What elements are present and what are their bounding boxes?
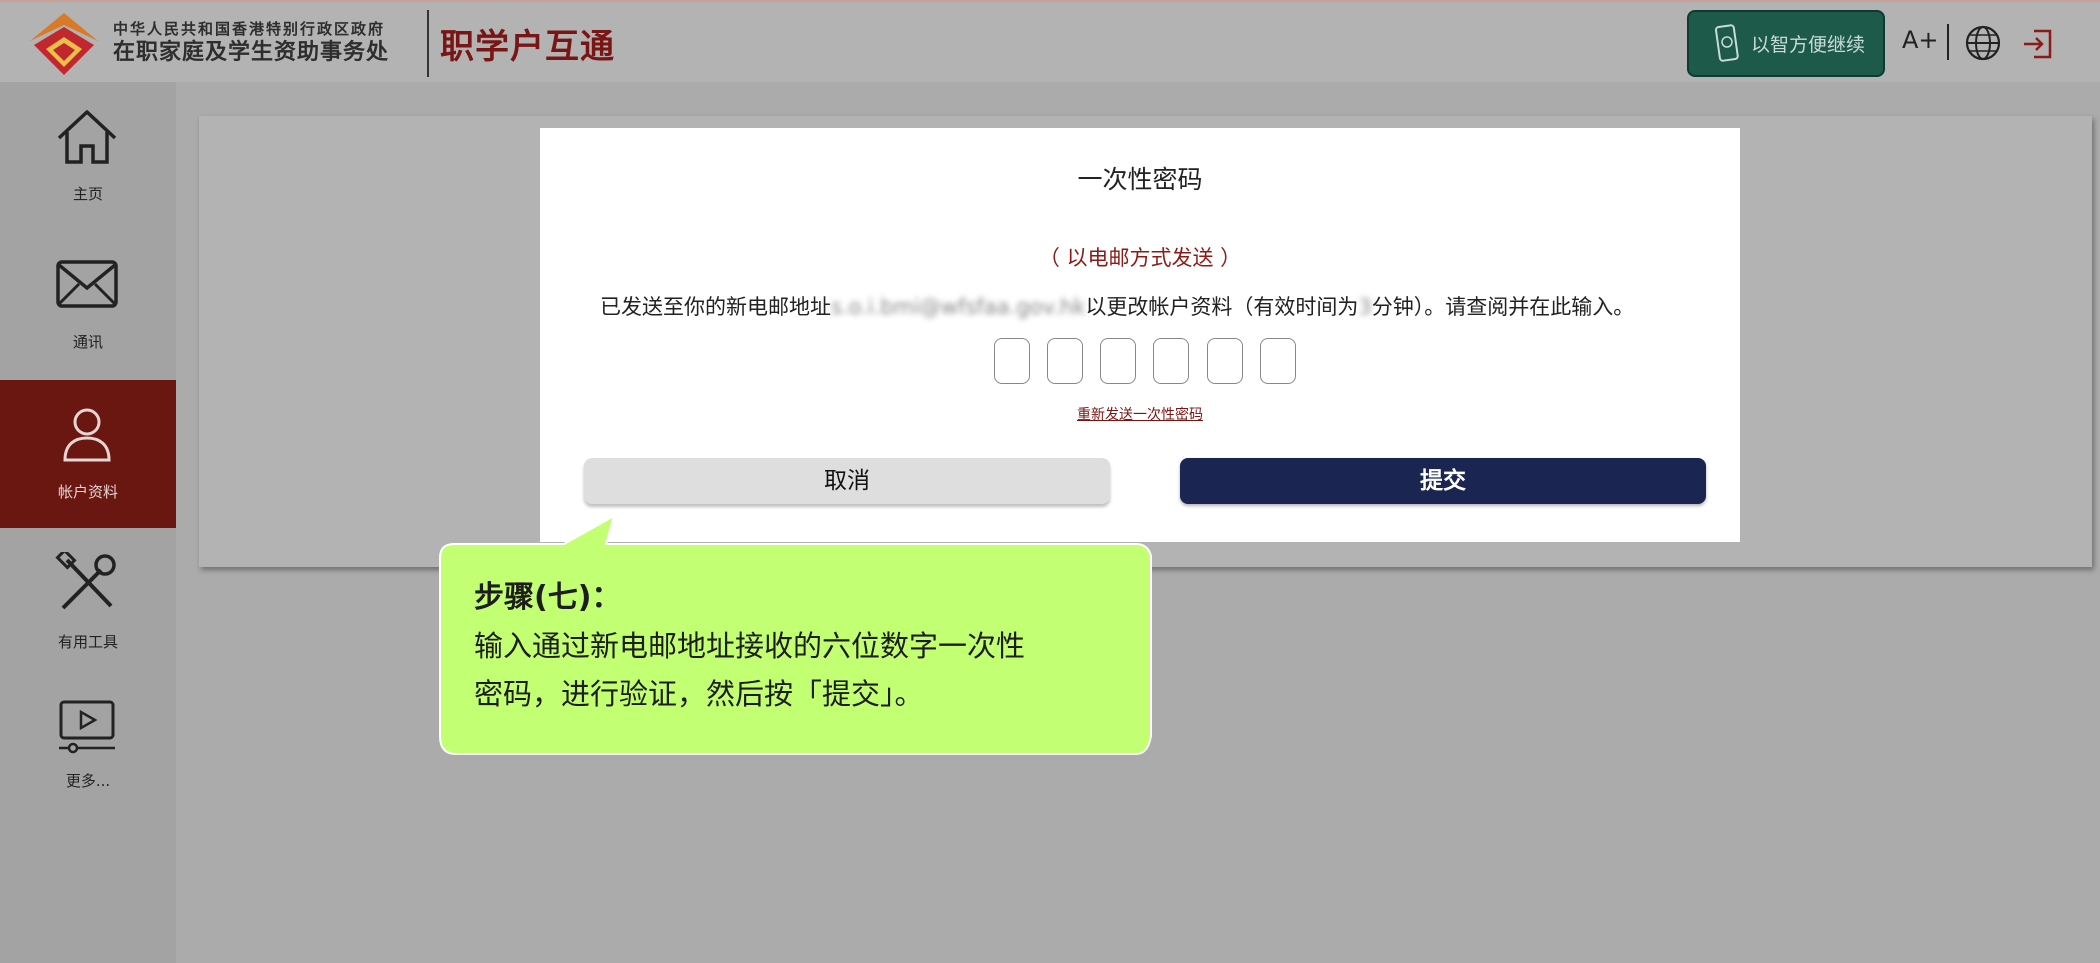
- otp-digit-input[interactable]: [1260, 338, 1296, 384]
- user-icon: [63, 408, 111, 462]
- ismart-label: 以智方便继续: [1751, 34, 1866, 56]
- otp-dialog: 一次性密码 （ 以电邮方式发送 ） 已发送至你的新电邮地址s.o.i.bmi@w…: [540, 128, 1740, 542]
- logout-icon[interactable]: [2020, 27, 2054, 61]
- dialog-message: 已发送至你的新电邮地址s.o.i.bmi@wfsfaa.gov.hk以更改帐户资…: [600, 291, 1700, 321]
- sidebar-item-more[interactable]: 更多...: [0, 680, 176, 828]
- message-middle: 以更改帐户资料（有效时间为: [1085, 295, 1359, 319]
- sidebar-item-tools[interactable]: 有用工具: [0, 530, 176, 678]
- callout-title: 步骤(七)：: [474, 580, 622, 615]
- message-suffix: 分钟）。请查阅并在此输入。: [1371, 295, 1635, 319]
- sidebar-item-label: 主页: [72, 185, 103, 203]
- video-icon: [59, 700, 115, 754]
- otp-digit-input[interactable]: [994, 338, 1030, 384]
- otp-digit-input[interactable]: [1153, 338, 1189, 384]
- mail-icon: [56, 260, 118, 308]
- sidebar-item-account[interactable]: 帐户资料: [0, 380, 176, 528]
- instruction-callout: 步骤(七)： 输入通过新电邮地址接收的六位数字一次性 密码，进行验证，然后按「提…: [436, 516, 1161, 756]
- org-line2: 在职家庭及学生资助事务处: [113, 40, 390, 65]
- callout-line2: 密码，进行验证，然后按「提交」。: [474, 677, 924, 711]
- sidebar-item-home[interactable]: 主页: [0, 82, 176, 230]
- callout-text: 步骤(七)： 输入通过新电邮地址接收的六位数字一次性 密码，进行验证，然后按「提…: [474, 578, 1154, 718]
- org-line1: 中华人民共和国香港特别行政区政府: [113, 20, 386, 38]
- sidebar-item-label: 有用工具: [57, 633, 118, 651]
- submit-button[interactable]: 提交: [1180, 458, 1706, 504]
- cancel-button[interactable]: 取消: [584, 458, 1110, 504]
- top-header: 中华人民共和国香港特别行政区政府 在职家庭及学生资助事务处 职学户互通 以智方便…: [0, 0, 2100, 82]
- header-separator: [1947, 24, 1949, 60]
- smartphone-icon: [1714, 23, 1739, 62]
- globe-icon[interactable]: [1964, 24, 2002, 62]
- tools-icon: [55, 552, 116, 610]
- dialog-subtitle: （ 以电邮方式发送 ）: [1038, 246, 1242, 270]
- ismart-continue-button[interactable]: 以智方便继续: [1687, 10, 1885, 77]
- otp-digit-input[interactable]: [1100, 338, 1136, 384]
- sidebar-item-label: 通讯: [72, 333, 103, 351]
- header-divider: [427, 10, 429, 77]
- sidebar-item-mail[interactable]: 通讯: [0, 230, 176, 378]
- font-size-button[interactable]: A+: [1902, 26, 1939, 54]
- wfsfaa-logo-icon: [30, 13, 98, 75]
- app-title: 职学户互通: [440, 27, 615, 67]
- organisation-name: 中华人民共和国香港特别行政区政府 在职家庭及学生资助事务处: [113, 20, 389, 66]
- callout-line1: 输入通过新电邮地址接收的六位数字一次性: [474, 629, 1026, 663]
- otp-digit-input[interactable]: [1207, 338, 1243, 384]
- otp-digit-input[interactable]: [1047, 338, 1083, 384]
- message-prefix: 已发送至你的新电邮地址: [600, 295, 831, 319]
- sidebar: 主页 通讯 帐户资料 有用工具 更多...: [0, 82, 176, 963]
- dialog-title: 一次性密码: [1077, 165, 1203, 194]
- message-minutes: 3: [1358, 295, 1372, 319]
- resend-otp-link[interactable]: 重新发送一次性密码: [540, 404, 1740, 424]
- message-email: s.o.i.bmi@wfsfaa.gov.hk: [831, 295, 1086, 319]
- home-icon: [57, 110, 117, 164]
- sidebar-item-label: 更多...: [65, 772, 111, 790]
- sidebar-item-label: 帐户资料: [57, 483, 118, 501]
